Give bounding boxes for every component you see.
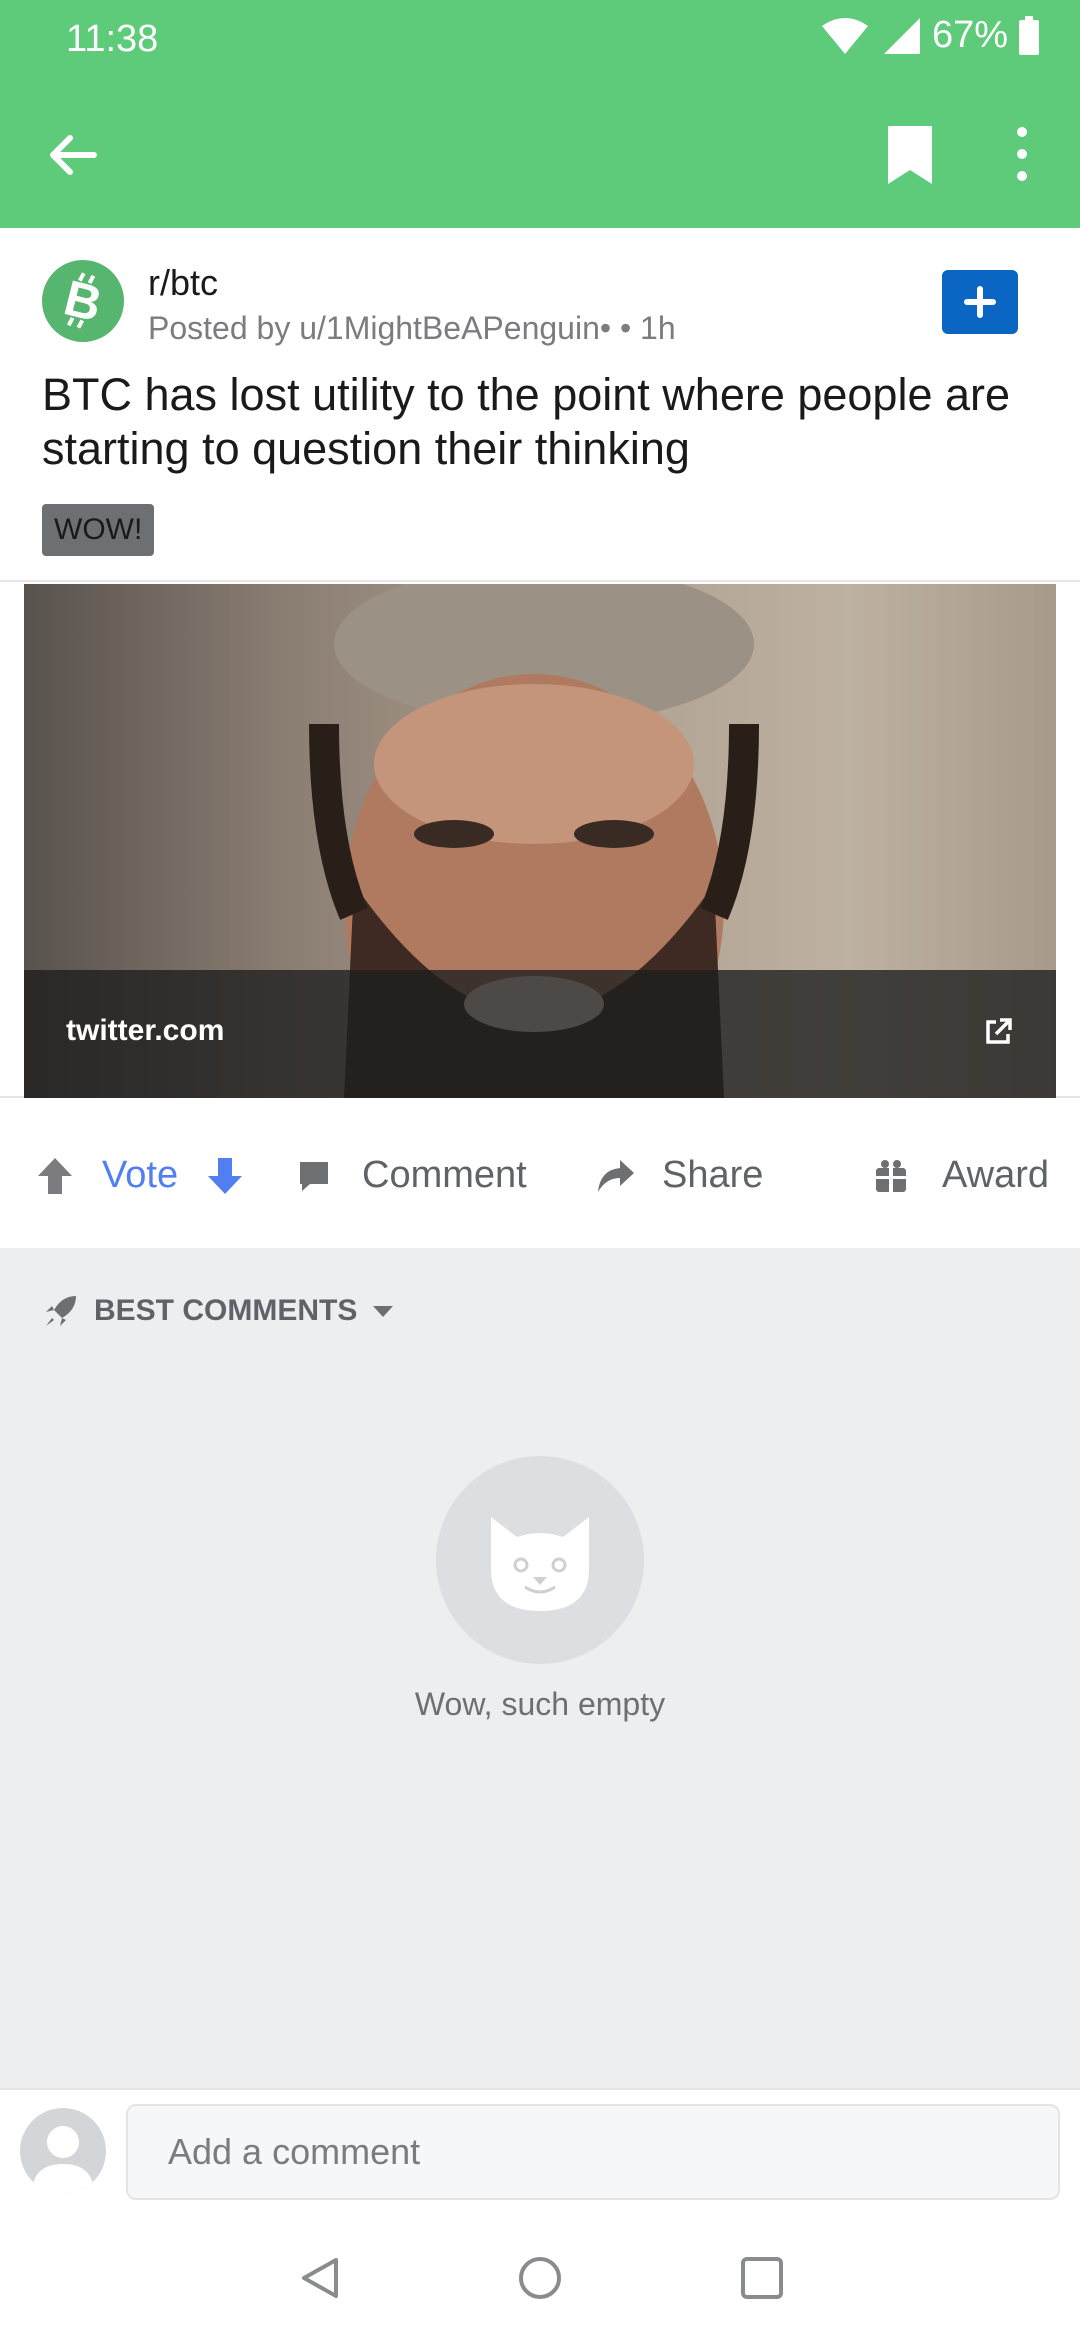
status-bar: 11:38 67% bbox=[0, 0, 1080, 80]
rocket-icon bbox=[46, 1296, 76, 1326]
comment-composer: Add a comment bbox=[0, 2088, 1080, 2208]
bitcoin-logo-icon: B bbox=[59, 269, 108, 332]
award-label: Award bbox=[942, 1154, 1050, 1196]
subreddit-avatar[interactable]: B bbox=[42, 260, 124, 342]
caret-down-icon bbox=[373, 1306, 394, 1317]
plus-icon bbox=[964, 286, 996, 318]
app-header: 11:38 67% bbox=[0, 0, 1080, 228]
status-icons: 67% bbox=[820, 14, 1040, 57]
link-domain: twitter.com bbox=[66, 1014, 225, 1047]
default-avatar-icon bbox=[32, 2126, 94, 2194]
comment-label: Comment bbox=[362, 1154, 527, 1196]
nav-home-icon[interactable] bbox=[516, 2254, 564, 2302]
cell-signal-icon bbox=[883, 17, 920, 54]
post-title[interactable]: BTC has lost utility to the point where … bbox=[42, 368, 1042, 476]
cat-face-icon bbox=[491, 1517, 589, 1611]
downvote-icon[interactable] bbox=[206, 1156, 244, 1196]
comment-button[interactable]: Comment bbox=[296, 1154, 527, 1197]
status-time: 11:38 bbox=[66, 18, 159, 60]
battery-percent: 67% bbox=[931, 14, 1008, 56]
post-meta[interactable]: Posted by u/1MightBeAPenguin• • 1h bbox=[148, 310, 676, 347]
app-bar bbox=[0, 100, 1080, 210]
gift-icon bbox=[876, 1159, 906, 1192]
post-actions: Vote Comment Share Award bbox=[0, 1120, 1080, 1248]
link-domain-bar[interactable]: twitter.com bbox=[24, 970, 1056, 1098]
empty-state-illustration bbox=[436, 1456, 644, 1664]
post-flair[interactable]: WOW! bbox=[42, 504, 155, 556]
comments-section: BEST COMMENTS Wow, such empty bbox=[0, 1248, 1080, 2088]
battery-icon bbox=[1019, 15, 1039, 55]
vote-label: Vote bbox=[102, 1154, 179, 1196]
award-button[interactable]: Award bbox=[874, 1154, 1049, 1197]
wifi-icon bbox=[821, 17, 868, 54]
system-nav-bar bbox=[0, 2208, 1080, 2340]
nav-back-icon[interactable] bbox=[296, 2254, 344, 2302]
empty-state-text: Wow, such empty bbox=[414, 1686, 666, 1722]
external-link-icon bbox=[986, 1018, 1012, 1044]
user-avatar[interactable] bbox=[20, 2108, 106, 2194]
flair-label: WOW! bbox=[54, 513, 143, 546]
share-icon bbox=[598, 1159, 634, 1192]
join-button[interactable] bbox=[942, 270, 1018, 334]
add-comment-input[interactable]: Add a comment bbox=[126, 2104, 1060, 2200]
arrow-left-icon[interactable] bbox=[40, 122, 106, 188]
vote-control: Vote bbox=[36, 1154, 244, 1197]
sort-label: BEST COMMENTS bbox=[94, 1294, 358, 1327]
more-vert-icon[interactable] bbox=[1000, 120, 1044, 190]
share-button[interactable]: Share bbox=[596, 1154, 763, 1197]
link-thumbnail[interactable]: twitter.com bbox=[24, 584, 1056, 1098]
share-label: Share bbox=[662, 1154, 764, 1196]
upvote-icon[interactable] bbox=[36, 1156, 74, 1196]
nav-recents-icon[interactable] bbox=[738, 2254, 786, 2302]
bookmark-icon[interactable] bbox=[880, 120, 940, 190]
comment-icon bbox=[300, 1161, 328, 1191]
comment-sort-dropdown[interactable]: BEST COMMENTS bbox=[42, 1292, 395, 1330]
subreddit-name[interactable]: r/btc bbox=[148, 262, 218, 304]
link-preview[interactable]: twitter.com bbox=[0, 580, 1080, 1098]
